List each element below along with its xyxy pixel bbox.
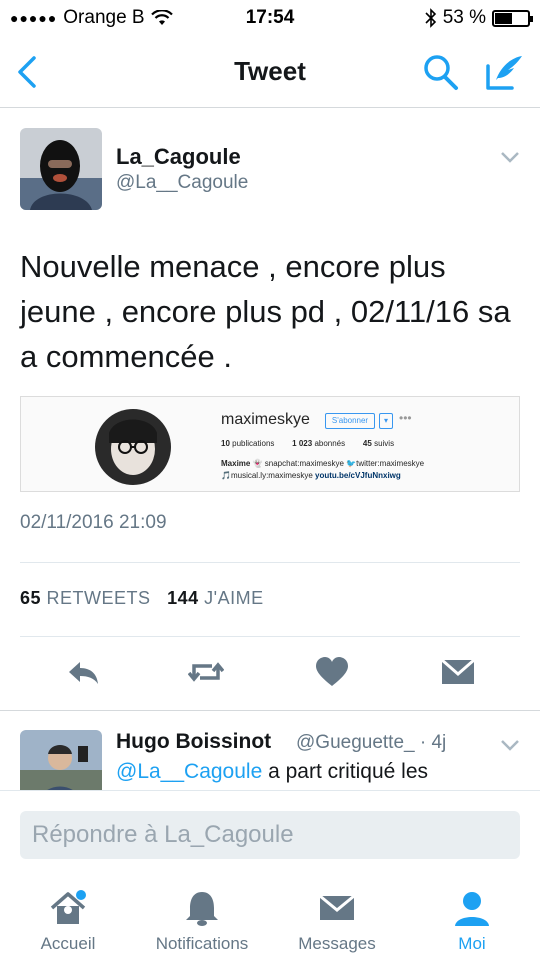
retweets-label[interactable]: RETWEETS (47, 588, 151, 608)
likes-label[interactable]: J'AIME (204, 588, 263, 608)
media-username: maximeskye (221, 411, 310, 428)
chevron-down-icon[interactable] (500, 150, 520, 164)
tab-label: Notifications (155, 934, 249, 953)
chevron-down-icon[interactable] (500, 738, 520, 752)
bluetooth-icon (425, 8, 436, 28)
media-more-dots: ••• (399, 411, 412, 425)
tweet-actions (0, 650, 540, 700)
reply-author-handle[interactable]: @Gueguette_ (296, 732, 415, 753)
tab-label: Messages (298, 934, 376, 953)
bell-icon (182, 888, 222, 928)
direct-message-icon[interactable] (440, 656, 476, 688)
tab-label: Accueil (40, 934, 96, 953)
home-icon (48, 888, 88, 928)
media-stats: 10 publications 1 023 abonnés 45 suivis (221, 439, 395, 448)
tab-notifications[interactable]: Notifications (140, 874, 264, 959)
tweet-media-image[interactable]: maximeskye S'abonner ▾ ••• 10 publicatio… (20, 396, 520, 492)
nav-bar: Tweet (0, 40, 540, 108)
tab-me[interactable]: Moi (422, 874, 522, 959)
media-bio-line-1: Maxime 👻 snapchat:maximeskye 🐦twitter:ma… (221, 459, 425, 468)
tab-bar: Accueil Notifications Messages Moi (0, 874, 540, 959)
reply-author-meta: @Gueguette_ · 4j (296, 732, 446, 754)
search-icon[interactable] (420, 50, 462, 94)
divider (0, 710, 540, 711)
avatar[interactable] (20, 128, 102, 210)
reply-tweet[interactable]: Hugo Boissinot @Gueguette_ · 4j @La__Cag… (20, 730, 520, 790)
reply-input[interactable] (20, 811, 520, 859)
engagement-counts: 65 RETWEETS 144 J'AIME (20, 588, 264, 609)
tab-home[interactable]: Accueil (18, 874, 118, 959)
tweet-header: La_Cagoule @La__Cagoule (20, 128, 520, 212)
reply-text-body: a part critiqué les (262, 760, 429, 783)
retweets-count[interactable]: 65 (20, 588, 41, 608)
status-bar: ●●●●● Orange B 17:54 53 % (0, 0, 540, 40)
envelope-icon (317, 888, 357, 928)
reply-age: · 4j (419, 732, 447, 753)
divider (20, 562, 520, 563)
reply-icon[interactable] (66, 656, 102, 688)
reply-author-name[interactable]: Hugo Boissinot (116, 730, 271, 754)
avatar[interactable] (20, 730, 102, 790)
battery-icon (492, 9, 533, 27)
person-icon (452, 888, 492, 928)
divider (20, 636, 520, 637)
tab-label: Moi (458, 934, 486, 953)
likes-count[interactable]: 144 (167, 588, 199, 608)
compose-tweet-icon[interactable] (482, 50, 526, 94)
media-profile-picture (95, 409, 171, 485)
tab-messages[interactable]: Messages (282, 874, 392, 959)
mention-link[interactable]: @La__Cagoule (116, 760, 262, 783)
author-handle[interactable]: @La__Cagoule (116, 172, 248, 194)
like-heart-icon[interactable] (314, 656, 350, 688)
reply-bar (0, 790, 540, 874)
tweet-timestamp: 02/11/2016 21:09 (20, 512, 167, 533)
media-follow-label: S'abonner (325, 413, 375, 429)
author-name[interactable]: La_Cagoule (116, 144, 241, 170)
notification-badge (76, 890, 86, 900)
retweet-icon[interactable] (188, 656, 224, 688)
reply-text: @La__Cagoule a part critiqué les (116, 760, 428, 784)
tweet-text: Nouvelle menace , encore plus jeune , en… (20, 249, 511, 374)
battery-percent: 53 % (442, 7, 486, 28)
media-dropdown-label: ▾ (379, 413, 393, 429)
media-bio-line-2: 🎵musical.ly:maximeskye youtu.be/cVJfuNnx… (221, 471, 401, 480)
